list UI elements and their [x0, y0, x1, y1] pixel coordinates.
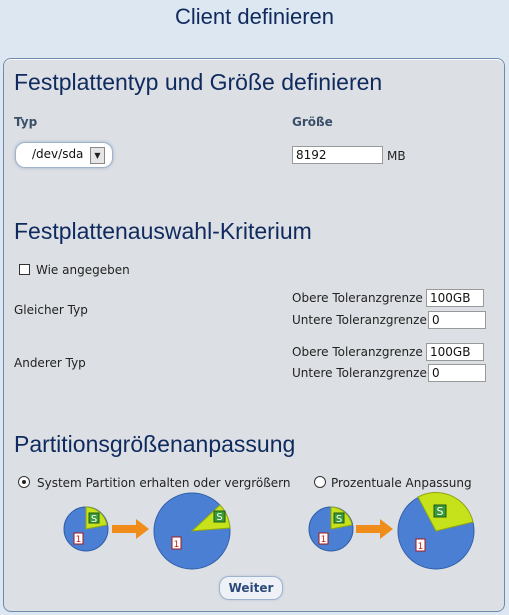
- other-type-label: Anderer Typ: [14, 356, 86, 370]
- small-pie-icon: S 1: [308, 506, 354, 552]
- one-icon: 1: [174, 540, 180, 550]
- option1-label: System Partition erhalten oder vergrößer…: [37, 476, 291, 490]
- device-select[interactable]: /dev/sda ▼: [15, 142, 113, 168]
- chevron-down-icon[interactable]: ▼: [90, 147, 105, 164]
- page-title: Client definieren: [175, 4, 334, 29]
- type-label: Typ: [14, 115, 38, 129]
- option2-radio[interactable]: [314, 476, 326, 488]
- other-type-upper-label: Obere Toleranzgrenze: [292, 345, 423, 359]
- partition-section-heading: Partitionsgrößenanpassung: [14, 431, 296, 457]
- small-pie-icon: S 1: [63, 506, 109, 552]
- option1-radio[interactable]: [18, 476, 30, 488]
- s-icon: S: [91, 514, 97, 525]
- main-panel: Festplattentyp und Größe definieren Typ …: [3, 58, 505, 612]
- device-select-value: /dev/sda: [32, 147, 84, 161]
- size-input[interactable]: [292, 146, 383, 164]
- large-pie-icon: S 1: [397, 492, 475, 570]
- same-type-upper-input[interactable]: [426, 289, 484, 307]
- s-icon: S: [336, 514, 342, 525]
- arrow-right-icon: [356, 519, 393, 539]
- same-type-lower-label: Untere Toleranzgrenze: [292, 313, 427, 327]
- one-icon: 1: [418, 542, 424, 552]
- one-icon: 1: [76, 535, 82, 545]
- next-button[interactable]: Weiter: [219, 576, 283, 600]
- other-type-lower-input[interactable]: [428, 364, 486, 382]
- criteria-section-heading: Festplattenauswahl-Kriterium: [14, 218, 312, 244]
- size-unit: MB: [387, 149, 406, 163]
- as-given-label: Wie angegeben: [36, 263, 130, 277]
- same-type-upper-label: Obere Toleranzgrenze: [292, 291, 423, 305]
- other-type-upper-input[interactable]: [426, 343, 484, 361]
- disk-section-heading: Festplattentyp und Größe definieren: [14, 69, 383, 95]
- same-type-lower-input[interactable]: [428, 311, 486, 329]
- arrow-right-icon: [112, 519, 149, 539]
- s-icon: S: [437, 505, 444, 518]
- large-pie-icon: S 1: [153, 492, 231, 570]
- same-type-label: Gleicher Typ: [14, 303, 88, 317]
- size-label: Größe: [292, 115, 333, 129]
- s-icon: S: [216, 512, 222, 523]
- one-icon: 1: [321, 535, 327, 545]
- other-type-lower-label: Untere Toleranzgrenze: [292, 366, 427, 380]
- option2-label: Prozentuale Anpassung: [331, 476, 472, 490]
- as-given-checkbox[interactable]: [19, 264, 30, 275]
